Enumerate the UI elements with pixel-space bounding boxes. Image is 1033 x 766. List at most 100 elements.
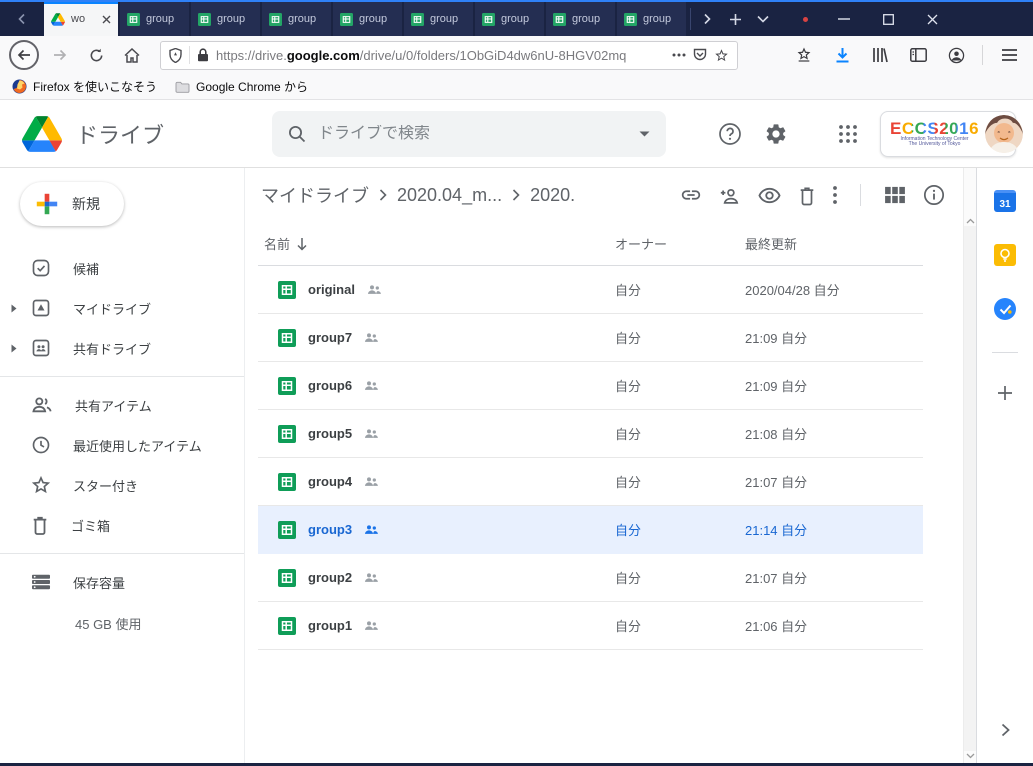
menu-icon[interactable] <box>993 39 1025 71</box>
calendar-icon[interactable]: 31 <box>994 190 1016 212</box>
tab-group-sheet[interactable]: group <box>333 2 402 36</box>
grid-view-icon[interactable] <box>884 186 906 204</box>
tab-group-sheet[interactable]: group <box>120 2 189 36</box>
search-icon[interactable] <box>288 125 306 143</box>
breadcrumb-mid[interactable]: 2020.04_m... <box>397 185 502 206</box>
my-drive-icon <box>31 298 51 318</box>
get-link-icon[interactable] <box>680 184 702 206</box>
drive-favicon-icon <box>51 13 65 26</box>
bookmark-star-icon[interactable] <box>714 48 729 63</box>
info-icon[interactable] <box>923 184 945 206</box>
delete-trash-icon[interactable] <box>798 185 816 206</box>
scrollbar-track[interactable] <box>964 226 976 751</box>
url-bar[interactable]: https://drive.google.com/drive/u/0/folde… <box>160 41 738 70</box>
recent-bookmarks-icon[interactable] <box>788 39 820 71</box>
bookmarks-bar: Firefox を使いこなそう Google Chrome から <box>0 74 1033 100</box>
reload-button[interactable] <box>80 39 112 71</box>
lock-icon[interactable] <box>197 48 209 62</box>
column-header-modified[interactable]: 最終更新 <box>745 234 797 253</box>
hide-panel-chevron-icon[interactable] <box>1001 723 1010 737</box>
scroll-up-icon[interactable] <box>966 218 975 224</box>
tracking-protection-shield-icon[interactable] <box>169 48 182 63</box>
sheets-file-icon <box>278 329 296 347</box>
breadcrumb-root[interactable]: マイドライブ <box>261 182 369 208</box>
pocket-icon[interactable] <box>693 48 707 62</box>
tab-group-sheet[interactable]: group <box>191 2 260 36</box>
org-brand-sub2: The University of Tokyo <box>890 142 979 147</box>
sidebar-item-trash[interactable]: ゴミ箱 <box>0 505 244 545</box>
scroll-tabs-left-icon[interactable] <box>0 2 44 36</box>
table-row[interactable]: group7 自分 21:09 自分 <box>258 314 923 362</box>
minimize-button[interactable] <box>822 2 866 36</box>
sidebar-item-storage[interactable]: 保存容量 <box>0 562 244 602</box>
library-icon[interactable] <box>864 39 896 71</box>
help-icon[interactable] <box>718 122 742 146</box>
search-options-caret-icon[interactable] <box>639 131 650 137</box>
account-badge[interactable]: ECCS2016 Information Technology Center T… <box>880 111 1016 157</box>
main-area: 新規 候補 マイドライブ 共有ドライブ 共有アイテム <box>0 168 1033 763</box>
column-header-owner[interactable]: オーナー <box>615 234 745 253</box>
folder-icon <box>175 81 190 93</box>
new-tab-icon[interactable] <box>721 2 749 36</box>
bookmark-firefox[interactable]: Firefox を使いこなそう <box>12 78 157 95</box>
google-apps-grid-icon[interactable] <box>838 124 858 144</box>
search-box[interactable] <box>272 111 666 157</box>
table-row[interactable]: original 自分 2020/04/28 自分 <box>258 266 923 314</box>
table-row[interactable]: group4 自分 21:07 自分 <box>258 458 923 506</box>
sidebar-item-recent[interactable]: 最近使用したアイテム <box>0 425 244 465</box>
bookmark-folder-chrome[interactable]: Google Chrome から <box>175 78 308 95</box>
vertical-scrollbar[interactable] <box>963 168 976 763</box>
table-row[interactable]: group2 自分 21:07 自分 <box>258 554 923 602</box>
downloads-icon[interactable] <box>826 39 858 71</box>
expand-arrow-icon[interactable] <box>11 304 17 313</box>
breadcrumb-chevron-icon <box>512 189 520 201</box>
table-row[interactable]: group1 自分 21:06 自分 <box>258 602 923 650</box>
column-header-name[interactable]: 名前 <box>264 234 615 253</box>
shared-drives-icon <box>31 338 51 358</box>
tab-group-sheet[interactable]: group <box>262 2 331 36</box>
sidebar-item-shared-drives[interactable]: 共有ドライブ <box>0 328 244 368</box>
back-button[interactable] <box>8 39 40 71</box>
add-addon-plus-icon[interactable] <box>997 385 1013 401</box>
tab-divider <box>690 8 691 30</box>
tab-bar: wo group group group group group group g… <box>0 2 1033 36</box>
tab-group-sheet[interactable]: group <box>546 2 615 36</box>
expand-arrow-icon[interactable] <box>11 344 17 353</box>
page-actions-icon[interactable] <box>672 53 686 57</box>
forward-button[interactable] <box>44 39 76 71</box>
share-add-person-icon[interactable] <box>719 186 741 205</box>
sidebar-item-priority[interactable]: 候補 <box>0 248 244 288</box>
sidebar-item-my-drive[interactable]: マイドライブ <box>0 288 244 328</box>
settings-gear-icon[interactable] <box>764 122 788 146</box>
sheets-favicon-icon <box>624 13 637 26</box>
tab-group-sheet[interactable]: group <box>404 2 473 36</box>
tab-group-sheet[interactable]: group <box>475 2 544 36</box>
scroll-down-icon[interactable] <box>966 753 975 759</box>
tab-group-sheet[interactable]: group <box>617 2 686 36</box>
table-row-selected[interactable]: group3 自分 21:14 自分 <box>258 506 923 554</box>
sidebar-item-starred[interactable]: スター付き <box>0 465 244 505</box>
home-button[interactable] <box>116 39 148 71</box>
sidebar-item-shared-with-me[interactable]: 共有アイテム <box>0 385 244 425</box>
table-row[interactable]: group6 自分 21:09 自分 <box>258 362 923 410</box>
preview-eye-icon[interactable] <box>758 187 781 204</box>
maximize-button[interactable] <box>866 2 910 36</box>
navigation-toolbar: https://drive.google.com/drive/u/0/folde… <box>0 36 1033 74</box>
scroll-tabs-right-icon[interactable] <box>693 2 721 36</box>
drive-logo-area[interactable]: ドライブ <box>0 116 245 152</box>
table-row[interactable]: group5 自分 21:08 自分 <box>258 410 923 458</box>
search-input[interactable] <box>318 125 627 143</box>
storage-icon <box>31 573 51 591</box>
sidebar-toggle-icon[interactable] <box>902 39 934 71</box>
tab-close-icon[interactable] <box>102 15 111 24</box>
keep-icon[interactable] <box>994 244 1016 266</box>
more-actions-icon[interactable] <box>833 186 837 204</box>
tasks-icon[interactable] <box>994 298 1016 320</box>
new-button[interactable]: 新規 <box>20 182 124 226</box>
breadcrumb-leaf[interactable]: 2020. <box>530 185 575 206</box>
account-icon[interactable] <box>940 39 972 71</box>
close-window-button[interactable] <box>910 2 954 36</box>
list-all-tabs-icon[interactable] <box>749 2 777 36</box>
avatar[interactable] <box>985 115 1023 153</box>
tab-drive-active[interactable]: wo <box>44 2 118 36</box>
